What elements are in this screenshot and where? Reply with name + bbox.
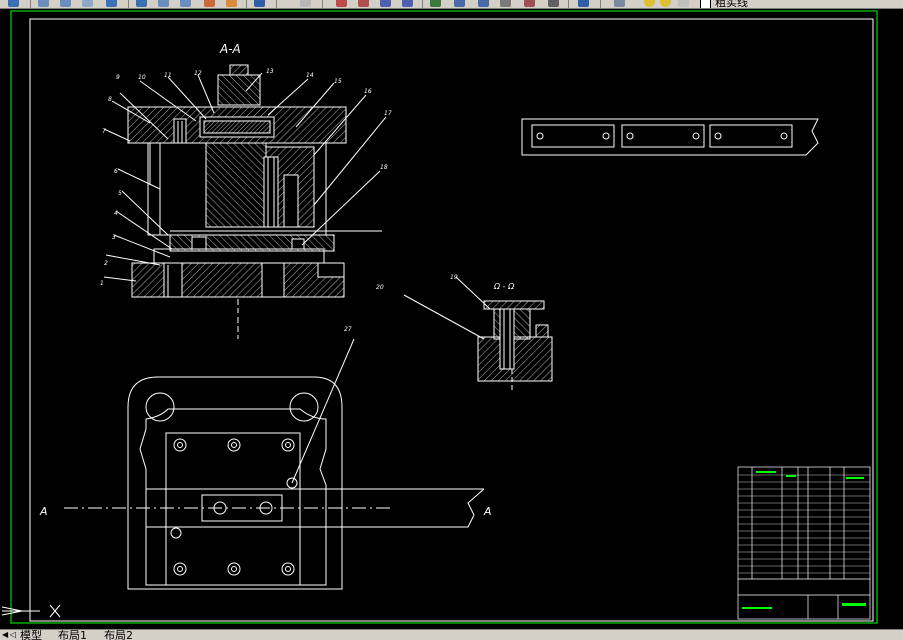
zoom-extents-icon[interactable]	[402, 0, 413, 7]
cut-label-right: A	[483, 505, 492, 518]
toolbar-separator	[422, 0, 423, 8]
svg-text:14: 14	[306, 72, 314, 79]
strip-layout	[521, 118, 819, 156]
toolbar-separator	[246, 0, 247, 8]
bolt-holes	[170, 438, 298, 576]
plot-icon[interactable]	[38, 0, 49, 7]
svg-text:20: 20	[376, 284, 384, 291]
standard-toolbar: 粗实线	[0, 0, 903, 9]
svg-text:9: 9	[116, 74, 120, 81]
layout-tabs-bar: ◀ ◁ 模型 布局1 布局2	[0, 629, 903, 640]
plan-view: A A	[39, 338, 492, 590]
svg-text:11: 11	[164, 72, 172, 79]
markup-icon[interactable]	[524, 0, 535, 7]
calculator-icon[interactable]	[548, 0, 559, 7]
toolbar-separator	[128, 0, 129, 8]
zoom-previous-icon[interactable]	[336, 0, 347, 7]
title-block-rows	[738, 474, 870, 574]
help-icon[interactable]	[578, 0, 589, 7]
toolpalette-icon[interactable]	[478, 0, 489, 7]
svg-text:2: 2	[104, 260, 108, 267]
svg-text:7: 7	[102, 128, 106, 135]
layer-lock-icon[interactable]	[678, 0, 689, 7]
svg-text:17: 17	[384, 110, 392, 117]
preview-icon[interactable]	[60, 0, 71, 7]
match-properties-icon[interactable]	[226, 0, 237, 7]
svg-text:1: 1	[100, 280, 104, 287]
drawing-svg: A-A 1 2 3 4 5 6 7 8 9 10 11 12 13 14 15 …	[1, 10, 878, 624]
toolbar-separator	[600, 0, 601, 8]
title-block	[737, 466, 871, 620]
layer-name: 粗实线	[715, 0, 748, 9]
orbit-icon[interactable]	[300, 0, 311, 7]
properties-icon[interactable]	[430, 0, 441, 7]
zoom-in-icon[interactable]	[358, 0, 369, 7]
cut-label-left: A	[39, 505, 48, 518]
svg-text:13: 13	[266, 68, 274, 75]
svg-text:4: 4	[114, 210, 118, 217]
toolbar-separator	[568, 0, 569, 8]
undo-icon[interactable]	[106, 0, 117, 7]
svg-text:8: 8	[108, 96, 112, 103]
redo-icon[interactable]	[204, 0, 215, 7]
title-block-text	[742, 471, 866, 609]
designcenter-icon[interactable]	[454, 0, 465, 7]
model-space-canvas[interactable]: A-A 1 2 3 4 5 6 7 8 9 10 11 12 13 14 15 …	[0, 9, 903, 629]
svg-text:15: 15	[334, 78, 342, 85]
toolbar-separator	[30, 0, 31, 8]
svg-text:18: 18	[380, 164, 388, 171]
svg-text:12: 12	[194, 70, 202, 77]
guide-post-hole	[145, 392, 175, 422]
layer-color-swatch	[700, 0, 711, 8]
zoom-window-icon[interactable]	[180, 0, 191, 7]
save-icon[interactable]	[8, 0, 19, 7]
svg-text:3: 3	[112, 234, 116, 241]
publish-icon[interactable]	[82, 0, 93, 7]
detail-view-label: Ω - Ω	[493, 282, 515, 291]
arrow-down-icon[interactable]	[254, 0, 265, 7]
zoom-out-icon[interactable]	[380, 0, 391, 7]
sheetset-icon[interactable]	[500, 0, 511, 7]
svg-text:16: 16	[364, 88, 372, 95]
zoom-realtime-icon[interactable]	[158, 0, 169, 7]
layer-sun-icon[interactable]	[660, 0, 671, 7]
layer-bulb-icon[interactable]	[644, 0, 655, 7]
svg-text:6: 6	[114, 168, 118, 175]
svg-text:10: 10	[138, 74, 146, 81]
section-view-aa: A-A	[103, 42, 387, 339]
detail-view: Ω - Ω	[403, 276, 553, 391]
svg-text:27: 27	[344, 326, 352, 333]
pan-icon[interactable]	[136, 0, 147, 7]
toolbar-separator	[322, 0, 323, 8]
toolbar-separator	[276, 0, 277, 8]
svg-text:5: 5	[118, 190, 122, 197]
section-label: A-A	[219, 42, 241, 56]
guide-post-hole	[289, 392, 319, 422]
layer-dropdown[interactable]: 粗实线	[700, 0, 748, 9]
layer-icon[interactable]	[614, 0, 625, 7]
